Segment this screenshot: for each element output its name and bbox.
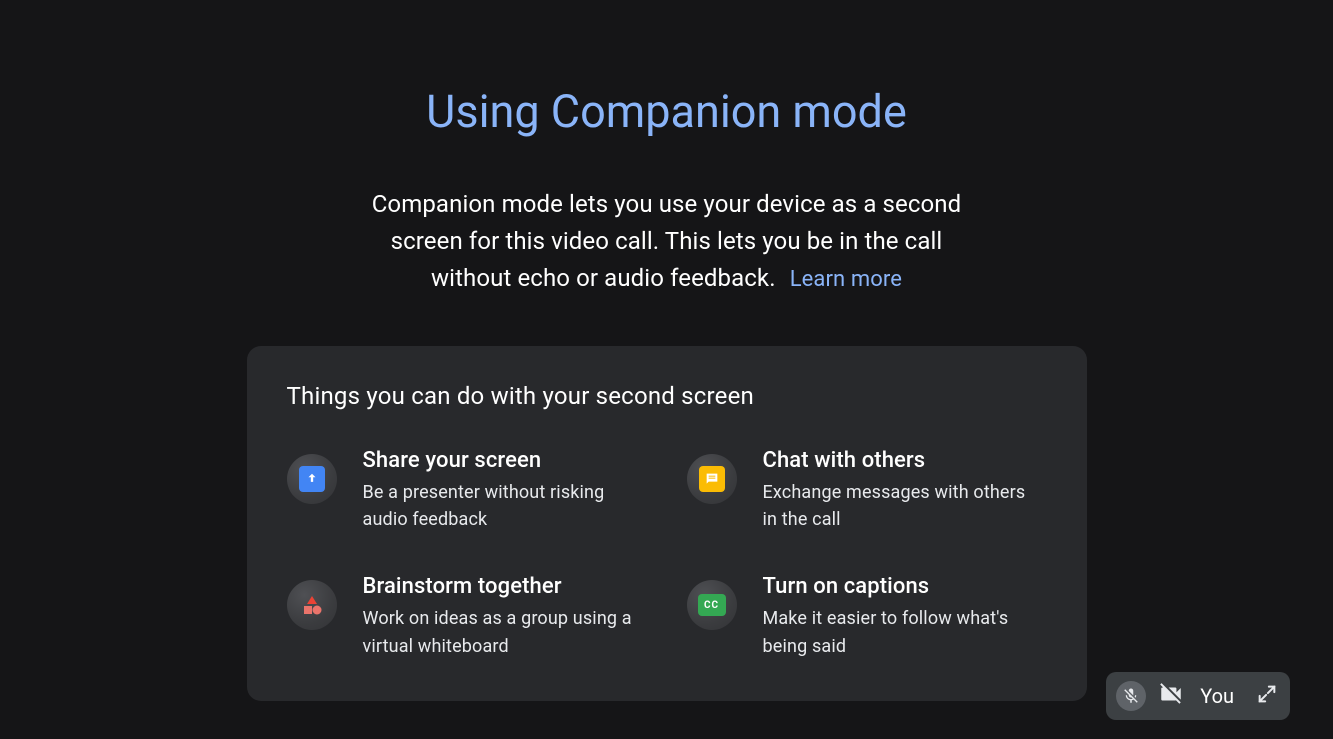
feature-brainstorm: Brainstorm together Work on ideas as a g… <box>287 574 647 661</box>
feature-captions: CC Turn on captions Make it easier to fo… <box>687 574 1047 661</box>
features-grid: Share your screen Be a presenter without… <box>287 448 1047 662</box>
expand-icon[interactable] <box>1256 683 1278 709</box>
features-card: Things you can do with your second scree… <box>247 346 1087 702</box>
features-heading: Things you can do with your second scree… <box>287 382 1047 410</box>
page-title: Using Companion mode <box>426 85 907 138</box>
feature-desc: Be a presenter without risking audio fee… <box>363 479 643 535</box>
brainstorm-icon <box>287 580 337 630</box>
feature-title: Chat with others <box>763 448 1047 473</box>
learn-more-link[interactable]: Learn more <box>790 267 902 292</box>
self-view-tile[interactable]: You <box>1106 672 1290 720</box>
feature-title: Turn on captions <box>763 574 1047 599</box>
feature-chat: Chat with others Exchange messages with … <box>687 448 1047 535</box>
feature-share-screen: Share your screen Be a presenter without… <box>287 448 647 535</box>
feature-title: Share your screen <box>363 448 647 473</box>
camera-off-icon <box>1158 681 1184 711</box>
chat-icon <box>687 454 737 504</box>
feature-desc: Exchange messages with others in the cal… <box>763 479 1043 535</box>
description-block: Companion mode lets you use your device … <box>357 186 977 298</box>
main-content: Using Companion mode Companion mode lets… <box>0 0 1333 701</box>
self-label: You <box>1200 684 1234 708</box>
feature-title: Brainstorm together <box>363 574 647 599</box>
feature-desc: Work on ideas as a group using a virtual… <box>363 605 643 661</box>
mic-off-icon <box>1116 681 1146 711</box>
share-screen-icon <box>287 454 337 504</box>
feature-desc: Make it easier to follow what's being sa… <box>763 605 1043 661</box>
captions-icon: CC <box>687 580 737 630</box>
